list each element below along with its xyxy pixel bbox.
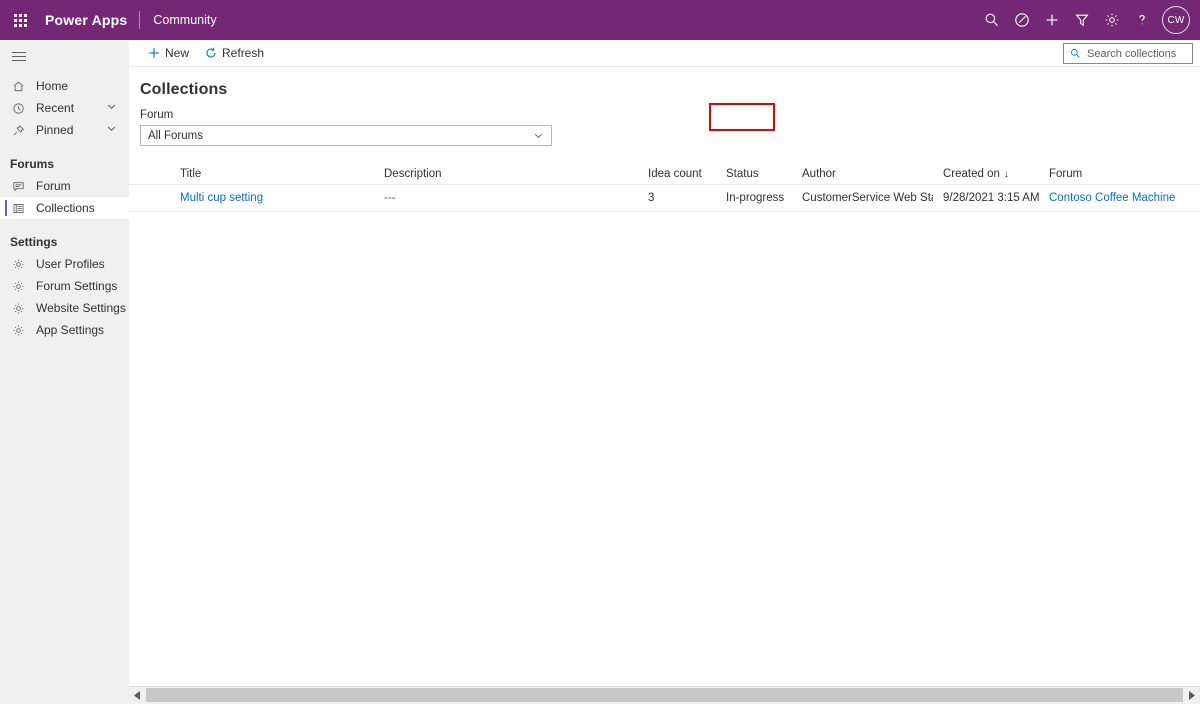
column-header-title[interactable]: Title [170, 168, 374, 180]
chevron-down-icon[interactable] [106, 123, 117, 137]
sidebar-item-website-settings[interactable]: Website Settings [0, 297, 129, 319]
sidebar: Home Recent Pinned Forums Forum Collecti… [0, 40, 129, 704]
filter-icon[interactable] [1067, 0, 1097, 40]
refresh-button-label: Refresh [222, 46, 265, 60]
home-icon [10, 78, 27, 94]
brand-title[interactable]: Power Apps [40, 12, 139, 28]
collections-view: Collections Forum All Forums Title Descr… [129, 67, 1200, 686]
sidebar-item-collections[interactable]: Collections [0, 197, 129, 219]
avatar[interactable]: CW [1162, 6, 1190, 34]
column-header-created-on-label: Created on [943, 167, 1000, 180]
sidebar-item-app-settings[interactable]: App Settings [0, 319, 129, 341]
sidebar-item-label: Website Settings [36, 301, 126, 315]
sidebar-item-label: Recent [36, 101, 75, 115]
new-button[interactable]: New [140, 40, 197, 67]
add-icon[interactable] [1037, 0, 1067, 40]
search-icon [1070, 48, 1081, 59]
settings-gear-icon[interactable] [1097, 0, 1127, 40]
sidebar-item-user-profiles[interactable]: User Profiles [0, 253, 129, 275]
table-row[interactable]: Multi cup setting --- 3 In-progress Cust… [129, 185, 1200, 212]
app-name-label[interactable]: Community [140, 13, 216, 27]
sidebar-item-pinned[interactable]: Pinned [0, 119, 129, 141]
scroll-right-arrow-icon[interactable] [1183, 687, 1200, 704]
sidebar-item-label: Home [36, 79, 69, 93]
column-header-idea-count[interactable]: Idea count [638, 168, 716, 180]
cell-created-on: 9/28/2021 3:15 AM [943, 192, 1039, 204]
sidebar-group-forums: Forums [10, 157, 55, 171]
gear-icon [10, 300, 27, 316]
app-body: Home Recent Pinned Forums Forum Collecti… [0, 40, 1200, 704]
sidebar-item-forum-settings[interactable]: Forum Settings [0, 275, 129, 297]
column-header-forum[interactable]: Forum [1039, 168, 1199, 180]
help-icon[interactable] [1127, 0, 1157, 40]
sidebar-item-forum[interactable]: Forum [0, 175, 129, 197]
cell-status: In-progress [726, 192, 785, 204]
pin-icon [10, 122, 27, 138]
new-button-label: New [165, 46, 190, 60]
sidebar-item-label: Forum Settings [36, 279, 118, 293]
collections-icon [10, 200, 27, 216]
search-collections-box[interactable] [1063, 43, 1193, 64]
column-header-created-on[interactable]: Created on ↓ [933, 168, 1039, 180]
plus-icon [148, 47, 160, 59]
sidebar-item-label: App Settings [36, 323, 105, 337]
sidebar-item-label: User Profiles [36, 257, 105, 271]
sitemap-toggle-icon[interactable] [0, 43, 129, 69]
collections-grid: Title Description Idea count Status Auth… [129, 163, 1200, 212]
scroll-left-arrow-icon[interactable] [129, 687, 146, 704]
forum-filter-value: All Forums [148, 129, 203, 142]
environment-icon[interactable] [1007, 0, 1037, 40]
cell-description: --- [384, 192, 396, 204]
app-header: Power Apps Community CW [0, 0, 1200, 40]
app-launcher-icon[interactable] [0, 0, 40, 40]
sidebar-item-label: Forum [36, 179, 71, 193]
column-header-status[interactable]: Status [716, 168, 792, 180]
command-bar: New Refresh [129, 40, 1200, 67]
forum-filter-dropdown[interactable]: All Forums [140, 125, 552, 146]
chevron-down-icon[interactable] [106, 101, 117, 115]
cell-forum: Contoso Coffee Machine [1039, 192, 1199, 204]
main-content: New Refresh Collections [129, 40, 1200, 704]
search-icon[interactable] [977, 0, 1007, 40]
sidebar-group-settings: Settings [10, 235, 58, 249]
clock-icon [10, 100, 27, 116]
refresh-icon [205, 47, 217, 59]
gear-icon [10, 256, 27, 272]
column-header-author[interactable]: Author [792, 168, 933, 180]
forum-link[interactable]: Contoso Coffee Machine [1049, 192, 1175, 204]
collection-title-link[interactable]: Multi cup setting [180, 192, 263, 204]
grid-header-row: Title Description Idea count Status Auth… [129, 163, 1200, 185]
scrollbar-track[interactable] [146, 687, 1183, 704]
cell-author: CustomerService Web Staging [802, 192, 933, 204]
sort-descending-icon: ↓ [1003, 168, 1009, 180]
forum-filter: Forum All Forums [129, 99, 1200, 146]
column-header-description[interactable]: Description [374, 168, 638, 180]
forum-filter-label: Forum [140, 109, 174, 121]
scrollbar-thumb[interactable] [146, 688, 1183, 702]
sidebar-item-label: Pinned [36, 123, 74, 137]
horizontal-scrollbar[interactable] [129, 686, 1200, 704]
search-input[interactable] [1087, 47, 1186, 60]
sidebar-item-recent[interactable]: Recent [0, 97, 129, 119]
cell-title: Multi cup setting [170, 192, 374, 204]
forum-icon [10, 178, 27, 194]
header-actions: CW [977, 0, 1194, 40]
chevron-down-icon[interactable] [533, 130, 544, 141]
gear-icon [10, 278, 27, 294]
sidebar-item-home[interactable]: Home [0, 75, 129, 97]
refresh-button[interactable]: Refresh [197, 40, 272, 67]
gear-icon [10, 322, 27, 338]
sidebar-item-label: Collections [36, 201, 95, 215]
cell-idea-count: 3 [648, 192, 655, 204]
page-title: Collections [140, 81, 228, 98]
